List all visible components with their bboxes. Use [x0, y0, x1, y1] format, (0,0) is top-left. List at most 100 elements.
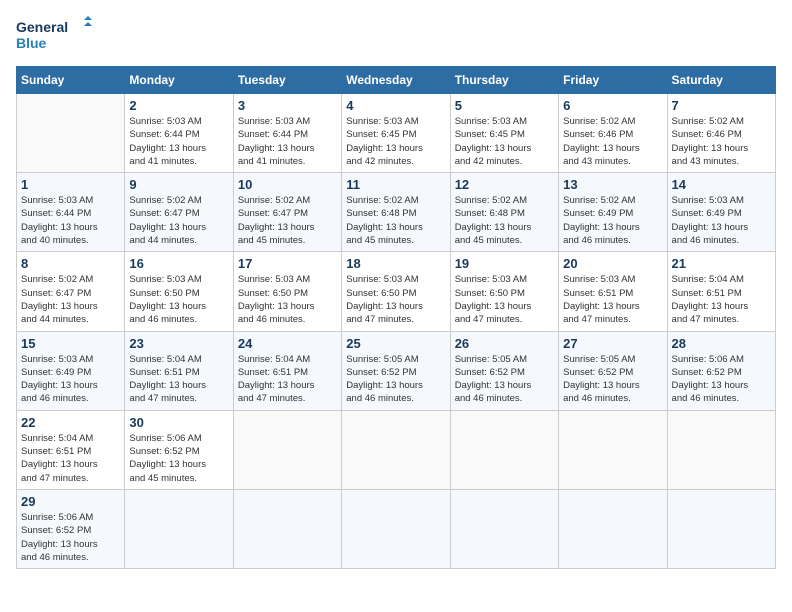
calendar-cell	[559, 489, 667, 568]
calendar-cell	[233, 489, 341, 568]
week-row-3: 8Sunrise: 5:02 AMSunset: 6:47 PMDaylight…	[17, 252, 776, 331]
day-number: 23	[129, 336, 228, 351]
page-header: General Blue	[16, 16, 776, 56]
col-header-sunday: Sunday	[17, 67, 125, 94]
calendar-cell: 22 Sunrise: 5:04 AMSunset: 6:51 PMDayligh…	[17, 410, 125, 489]
day-number: 30	[129, 415, 228, 430]
calendar-cell: 30 Sunrise: 5:06 AMSunset: 6:52 PMDayligh…	[125, 410, 233, 489]
day-detail: Sunrise: 5:02 AMSunset: 6:48 PMDaylight:…	[455, 194, 554, 247]
svg-text:General: General	[16, 19, 68, 35]
day-detail: Sunrise: 5:03 AMSunset: 6:49 PMDaylight:…	[21, 353, 120, 406]
day-detail: Sunrise: 5:02 AMSunset: 6:46 PMDaylight:…	[563, 115, 662, 168]
day-number: 18	[346, 256, 445, 271]
week-row-5: 22 Sunrise: 5:04 AMSunset: 6:51 PMDayligh…	[17, 410, 776, 489]
day-detail: Sunrise: 5:03 AMSunset: 6:49 PMDaylight:…	[672, 194, 771, 247]
calendar-cell: 5 Sunrise: 5:03 AMSunset: 6:45 PMDaylight…	[450, 94, 558, 173]
day-detail: Sunrise: 5:02 AMSunset: 6:46 PMDaylight:…	[672, 115, 771, 168]
day-number: 25	[346, 336, 445, 351]
day-detail: Sunrise: 5:05 AMSunset: 6:52 PMDaylight:…	[346, 353, 445, 406]
day-number: 24	[238, 336, 337, 351]
calendar-cell: 4Sunrise: 5:03 AMSunset: 6:45 PMDaylight…	[342, 94, 450, 173]
calendar-cell: 7 Sunrise: 5:02 AMSunset: 6:46 PMDaylight…	[667, 94, 775, 173]
calendar-cell	[342, 410, 450, 489]
calendar-cell: 25 Sunrise: 5:05 AMSunset: 6:52 PMDayligh…	[342, 331, 450, 410]
calendar-cell: 2 Sunrise: 5:03 AMSunset: 6:44 PMDaylight…	[125, 94, 233, 173]
day-number: 22	[21, 415, 120, 430]
calendar-cell: 3 Sunrise: 5:03 AMSunset: 6:44 PMDaylight…	[233, 94, 341, 173]
calendar-cell: 12 Sunrise: 5:02 AMSunset: 6:48 PMDayligh…	[450, 173, 558, 252]
week-row-4: 15 Sunrise: 5:03 AMSunset: 6:49 PMDayligh…	[17, 331, 776, 410]
day-detail: Sunrise: 5:03 AMSunset: 6:44 PMDaylight:…	[238, 115, 337, 168]
calendar-cell: 28 Sunrise: 5:06 AMSunset: 6:52 PMDayligh…	[667, 331, 775, 410]
svg-text:Blue: Blue	[16, 35, 47, 51]
logo-svg: General Blue	[16, 16, 96, 56]
calendar-cell: 6 Sunrise: 5:02 AMSunset: 6:46 PMDaylight…	[559, 94, 667, 173]
calendar-cell	[667, 410, 775, 489]
day-detail: Sunrise: 5:06 AMSunset: 6:52 PMDaylight:…	[129, 432, 228, 485]
calendar-cell: 9Sunrise: 5:02 AMSunset: 6:47 PMDaylight…	[125, 173, 233, 252]
day-detail: Sunrise: 5:02 AMSunset: 6:47 PMDaylight:…	[238, 194, 337, 247]
day-detail: Sunrise: 5:05 AMSunset: 6:52 PMDaylight:…	[563, 353, 662, 406]
day-number: 29	[21, 494, 120, 509]
day-number: 1	[21, 177, 120, 192]
logo: General Blue	[16, 16, 96, 56]
calendar-cell: 13Sunrise: 5:02 AMSunset: 6:49 PMDayligh…	[559, 173, 667, 252]
calendar-cell: 1 Sunrise: 5:03 AMSunset: 6:44 PMDaylight…	[17, 173, 125, 252]
calendar-cell	[559, 410, 667, 489]
day-detail: Sunrise: 5:02 AMSunset: 6:49 PMDaylight:…	[563, 194, 662, 247]
day-detail: Sunrise: 5:03 AMSunset: 6:44 PMDaylight:…	[129, 115, 228, 168]
day-number: 7	[672, 98, 771, 113]
day-number: 16	[129, 256, 228, 271]
day-number: 26	[455, 336, 554, 351]
day-number: 15	[21, 336, 120, 351]
calendar-cell: 15 Sunrise: 5:03 AMSunset: 6:49 PMDayligh…	[17, 331, 125, 410]
calendar-header: SundayMondayTuesdayWednesdayThursdayFrid…	[17, 67, 776, 94]
calendar-cell: 23 Sunrise: 5:04 AMSunset: 6:51 PMDayligh…	[125, 331, 233, 410]
day-number: 3	[238, 98, 337, 113]
week-row-2: 1 Sunrise: 5:03 AMSunset: 6:44 PMDaylight…	[17, 173, 776, 252]
day-detail: Sunrise: 5:02 AMSunset: 6:48 PMDaylight:…	[346, 194, 445, 247]
calendar-cell	[125, 489, 233, 568]
calendar-cell: 17 Sunrise: 5:03 AMSunset: 6:50 PMDayligh…	[233, 252, 341, 331]
day-detail: Sunrise: 5:05 AMSunset: 6:52 PMDaylight:…	[455, 353, 554, 406]
calendar-cell: 26 Sunrise: 5:05 AMSunset: 6:52 PMDayligh…	[450, 331, 558, 410]
calendar-cell: 29Sunrise: 5:06 AMSunset: 6:52 PMDayligh…	[17, 489, 125, 568]
day-number: 5	[455, 98, 554, 113]
day-detail: Sunrise: 5:04 AMSunset: 6:51 PMDaylight:…	[238, 353, 337, 406]
calendar-cell: 18 Sunrise: 5:03 AMSunset: 6:50 PMDayligh…	[342, 252, 450, 331]
day-detail: Sunrise: 5:06 AMSunset: 6:52 PMDaylight:…	[672, 353, 771, 406]
calendar-cell: 16Sunrise: 5:03 AMSunset: 6:50 PMDayligh…	[125, 252, 233, 331]
day-detail: Sunrise: 5:04 AMSunset: 6:51 PMDaylight:…	[21, 432, 120, 485]
calendar-cell: 14 Sunrise: 5:03 AMSunset: 6:49 PMDayligh…	[667, 173, 775, 252]
day-detail: Sunrise: 5:04 AMSunset: 6:51 PMDaylight:…	[129, 353, 228, 406]
day-detail: Sunrise: 5:03 AMSunset: 6:50 PMDaylight:…	[346, 273, 445, 326]
calendar-cell: 20 Sunrise: 5:03 AMSunset: 6:51 PMDayligh…	[559, 252, 667, 331]
week-row-6: 29Sunrise: 5:06 AMSunset: 6:52 PMDayligh…	[17, 489, 776, 568]
calendar-cell	[450, 489, 558, 568]
day-number: 14	[672, 177, 771, 192]
header-row: SundayMondayTuesdayWednesdayThursdayFrid…	[17, 67, 776, 94]
day-detail: Sunrise: 5:03 AMSunset: 6:50 PMDaylight:…	[238, 273, 337, 326]
calendar-cell	[667, 489, 775, 568]
day-number: 20	[563, 256, 662, 271]
day-detail: Sunrise: 5:03 AMSunset: 6:50 PMDaylight:…	[455, 273, 554, 326]
week-row-1: 2 Sunrise: 5:03 AMSunset: 6:44 PMDaylight…	[17, 94, 776, 173]
day-number: 28	[672, 336, 771, 351]
calendar-cell	[342, 489, 450, 568]
col-header-monday: Monday	[125, 67, 233, 94]
day-number: 19	[455, 256, 554, 271]
calendar-cell: 19 Sunrise: 5:03 AMSunset: 6:50 PMDayligh…	[450, 252, 558, 331]
day-number: 6	[563, 98, 662, 113]
day-detail: Sunrise: 5:03 AMSunset: 6:51 PMDaylight:…	[563, 273, 662, 326]
day-detail: Sunrise: 5:03 AMSunset: 6:45 PMDaylight:…	[455, 115, 554, 168]
calendar-cell: 21Sunrise: 5:04 AMSunset: 6:51 PMDayligh…	[667, 252, 775, 331]
day-detail: Sunrise: 5:03 AMSunset: 6:44 PMDaylight:…	[21, 194, 120, 247]
day-detail: Sunrise: 5:03 AMSunset: 6:45 PMDaylight:…	[346, 115, 445, 168]
day-number: 2	[129, 98, 228, 113]
calendar-cell: 24 Sunrise: 5:04 AMSunset: 6:51 PMDayligh…	[233, 331, 341, 410]
calendar-cell: 10Sunrise: 5:02 AMSunset: 6:47 PMDayligh…	[233, 173, 341, 252]
day-detail: Sunrise: 5:04 AMSunset: 6:51 PMDaylight:…	[672, 273, 771, 326]
day-number: 12	[455, 177, 554, 192]
calendar-table: SundayMondayTuesdayWednesdayThursdayFrid…	[16, 66, 776, 569]
day-number: 17	[238, 256, 337, 271]
